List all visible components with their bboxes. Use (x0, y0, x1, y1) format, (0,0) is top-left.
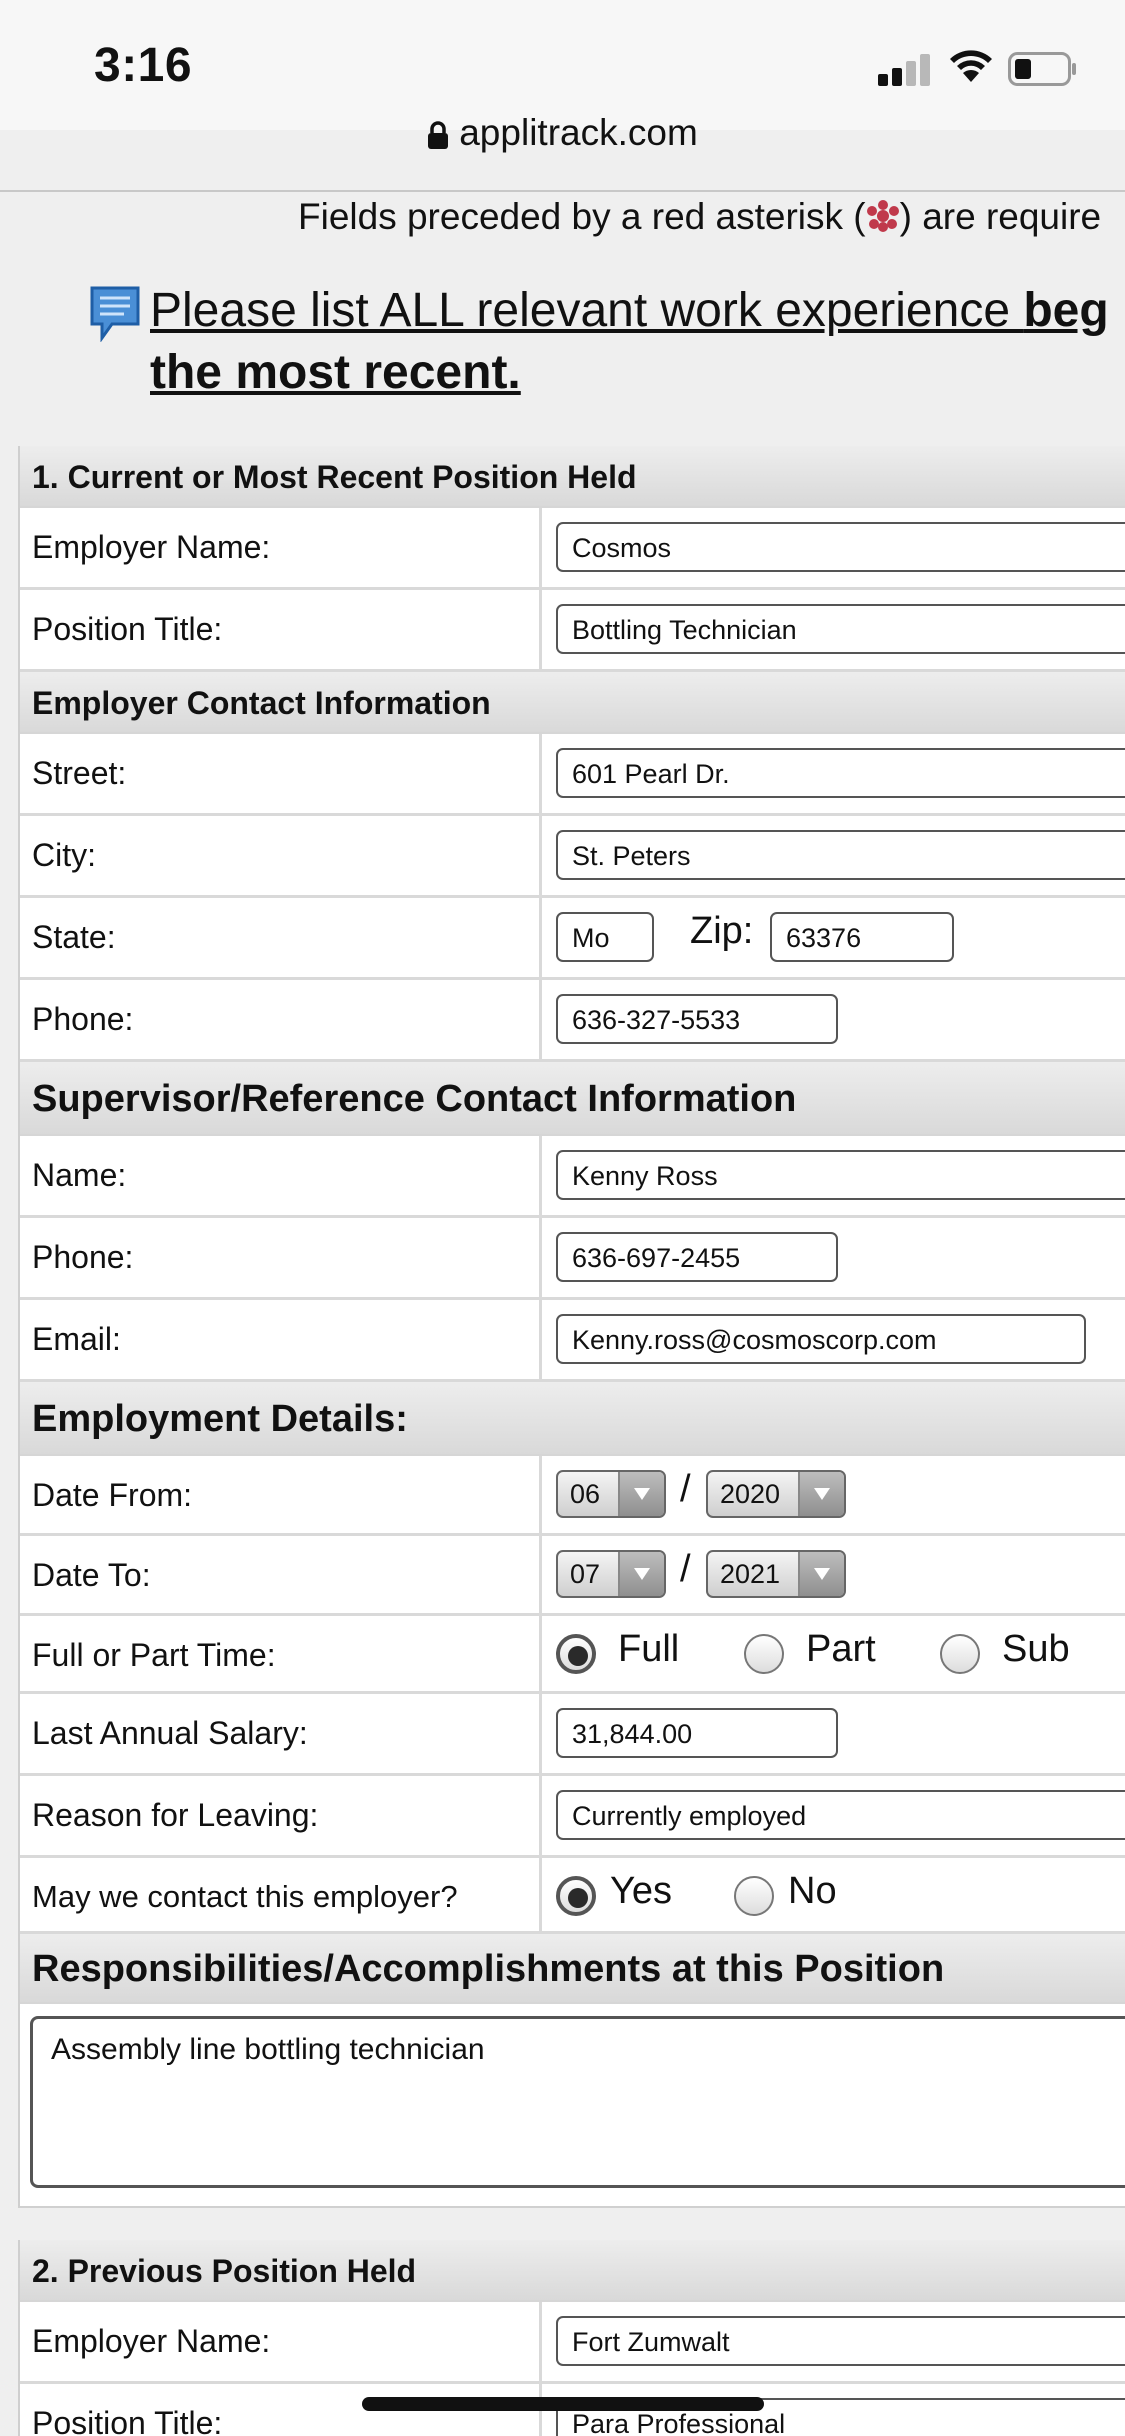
date-from-row: Date From: 06 / 2020 (20, 1456, 1125, 1536)
required-notice-suffix: ) are require (899, 196, 1102, 237)
radio-yes[interactable] (556, 1876, 596, 1916)
date-to-month-value: 07 (570, 1559, 601, 1589)
supervisor-name-row: Name: Kenny Ross (20, 1136, 1125, 1218)
instruction-line1-bold: beg (1023, 284, 1109, 337)
date-from-month-select[interactable]: 06 (556, 1470, 666, 1518)
radio-part[interactable] (744, 1634, 784, 1674)
city-row: City: St. Peters (20, 816, 1125, 898)
position-1-form: 1. Current or Most Recent Position Held … (18, 446, 1125, 2208)
zip-input[interactable]: 63376 (770, 912, 954, 962)
supervisor-email-row: Email: Kenny.ross@cosmoscorp.com (20, 1300, 1125, 1382)
date-to-year-select[interactable]: 2021 (706, 1550, 846, 1598)
red-asterisk-icon (866, 200, 899, 232)
salary-input[interactable]: 31,844.00 (556, 1708, 838, 1758)
position-title-input[interactable]: Bottling Technician (556, 604, 1125, 654)
reason-leaving-row: Reason for Leaving: Currently employed (20, 1776, 1125, 1858)
radio-no[interactable] (734, 1876, 774, 1916)
battery-icon (1008, 52, 1076, 86)
employer-name-row: Employer Name: Fort Zumwalt (20, 2302, 1125, 2384)
street-row: Street: 601 Pearl Dr. (20, 734, 1125, 816)
home-indicator[interactable] (362, 2397, 764, 2411)
date-from-year-value: 2020 (720, 1479, 781, 1509)
date-to-row: Date To: 07 / 2021 (20, 1536, 1125, 1616)
supervisor-email-input[interactable]: Kenny.ross@cosmoscorp.com (556, 1314, 1086, 1364)
city-input[interactable]: St. Peters (556, 830, 1125, 880)
full-part-time-row: Full or Part Time: Full Part Sub (20, 1616, 1125, 1694)
address-bar[interactable]: applitrack.com (0, 112, 1125, 154)
required-notice-prefix: Fields preceded by a red asterisk ( (298, 196, 866, 237)
speech-bubble-icon (90, 286, 140, 342)
status-time: 3:16 (94, 39, 193, 92)
supervisor-name-label: Name: (20, 1136, 542, 1215)
reason-leaving-label: Reason for Leaving: (20, 1776, 542, 1855)
radio-sub[interactable] (940, 1634, 980, 1674)
phone-label: Phone: (20, 980, 542, 1059)
date-to-year-value: 2021 (720, 1559, 781, 1589)
radio-full[interactable] (556, 1634, 596, 1674)
phone-input[interactable]: 636-327-5533 (556, 994, 838, 1044)
experience-instruction: Please list ALL relevant work experience… (150, 280, 1125, 404)
state-label: State: (20, 898, 542, 977)
page-content: Fields preceded by a red asterisk ( ) are… (0, 192, 1125, 2436)
radio-yes-label[interactable]: Yes (610, 1870, 672, 1913)
section-title: 1. Current or Most Recent Position Held (20, 446, 1125, 508)
radio-part-label[interactable]: Part (806, 1628, 876, 1671)
wifi-icon (950, 50, 992, 82)
date-to-month-select[interactable]: 07 (556, 1550, 666, 1598)
date-separator: / (680, 1468, 691, 1510)
employer-name-label: Employer Name: (20, 2302, 542, 2381)
radio-sub-label[interactable]: Sub (1002, 1628, 1070, 1671)
url-domain: applitrack.com (459, 112, 698, 153)
radio-full-label[interactable]: Full (618, 1628, 679, 1671)
supervisor-phone-row: Phone: 636-697-2455 (20, 1218, 1125, 1300)
phone-row: Phone: 636-327-5533 (20, 980, 1125, 1062)
zip-label: Zip: (690, 910, 754, 952)
employer-name-input[interactable]: Fort Zumwalt (556, 2316, 1125, 2366)
reason-leaving-input[interactable]: Currently employed (556, 1790, 1125, 1840)
responsibilities-header: Responsibilities/Accomplishments at this… (20, 1934, 1125, 2004)
employer-contact-header: Employer Contact Information (20, 672, 1125, 734)
date-from-month-value: 06 (570, 1479, 601, 1509)
responsibilities-textarea[interactable]: Assembly line bottling technician (30, 2016, 1125, 2188)
date-separator: / (680, 1548, 691, 1590)
supervisor-email-label: Email: (20, 1300, 542, 1379)
instruction-line1: Please list ALL relevant work experience (150, 284, 1024, 337)
date-from-label: Date From: (20, 1456, 542, 1533)
state-input[interactable]: Mo (556, 912, 654, 962)
status-bar: 3:16 applitrack.com (0, 0, 1125, 153)
street-input[interactable]: 601 Pearl Dr. (556, 748, 1125, 798)
dropdown-arrow-icon (798, 1472, 844, 1516)
employment-details-header: Employment Details: (20, 1382, 1125, 1456)
supervisor-phone-label: Phone: (20, 1218, 542, 1297)
supervisor-contact-header: Supervisor/Reference Contact Information (20, 1062, 1125, 1136)
position-title-label: Position Title: (20, 590, 542, 669)
may-contact-row: May we contact this employer? Yes No (20, 1858, 1125, 1934)
required-notice: Fields preceded by a red asterisk ( ) are… (298, 194, 1125, 240)
full-part-time-label: Full or Part Time: (20, 1616, 542, 1691)
city-label: City: (20, 816, 542, 895)
street-label: Street: (20, 734, 542, 813)
radio-no-label[interactable]: No (788, 1870, 837, 1913)
may-contact-label: May we contact this employer? (20, 1858, 542, 1931)
employer-name-label: Employer Name: (20, 508, 542, 587)
supervisor-name-input[interactable]: Kenny Ross (556, 1150, 1125, 1200)
instruction-line2: the most recent. (150, 346, 521, 399)
section-title: 2. Previous Position Held (20, 2240, 1125, 2302)
date-to-label: Date To: (20, 1536, 542, 1613)
state-row: State: Mo Zip: 63376 (20, 898, 1125, 980)
salary-label: Last Annual Salary: (20, 1694, 542, 1773)
cellular-signal-icon (878, 52, 934, 86)
date-from-year-select[interactable]: 2020 (706, 1470, 846, 1518)
dropdown-arrow-icon (618, 1552, 664, 1596)
employer-name-input[interactable]: Cosmos (556, 522, 1125, 572)
employer-name-row: Employer Name: Cosmos (20, 508, 1125, 590)
supervisor-phone-input[interactable]: 636-697-2455 (556, 1232, 838, 1282)
dropdown-arrow-icon (618, 1472, 664, 1516)
position-title-row: Position Title: Bottling Technician (20, 590, 1125, 672)
responsibilities-area: Assembly line bottling technician (20, 2004, 1125, 2208)
dropdown-arrow-icon (798, 1552, 844, 1596)
salary-row: Last Annual Salary: 31,844.00 (20, 1694, 1125, 1776)
lock-icon (428, 121, 449, 150)
